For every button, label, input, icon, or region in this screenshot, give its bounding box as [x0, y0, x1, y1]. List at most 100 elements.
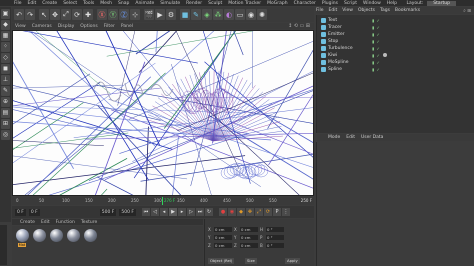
locked-workplane-icon[interactable]: ⊞	[1, 119, 10, 129]
coordinate-system-icon[interactable]: ⊹	[130, 9, 140, 20]
object-menu-bookmarks[interactable]: Bookmarks	[395, 8, 420, 13]
rotation-key-icon[interactable]: ⟳	[264, 208, 272, 216]
material-swatch[interactable]	[32, 229, 46, 263]
menu-simulate[interactable]: Simulate	[160, 1, 180, 6]
position-key-icon[interactable]: ✥	[246, 208, 254, 216]
viewport-nav-icons[interactable]: ↕ ⟲ ▭ ⊞	[288, 23, 310, 29]
cube-icon[interactable]: ■	[180, 9, 190, 20]
menu-tools[interactable]: Tools	[83, 1, 94, 6]
object-menu-view[interactable]: View	[342, 8, 353, 13]
object-name[interactable]: MoSpline	[328, 60, 372, 65]
render-to-pv-icon[interactable]: ▶	[155, 9, 165, 20]
menu-snap[interactable]: Snap	[118, 1, 129, 6]
viewport-menu-display[interactable]: Display	[58, 24, 75, 29]
material-menu-function[interactable]: Function	[56, 220, 75, 225]
layout-dropdown[interactable]: Startup	[427, 0, 456, 6]
menu-animate[interactable]: Animate	[135, 1, 154, 6]
coord-mode-dropdown[interactable]: Object (Rel)	[208, 258, 235, 264]
object-row[interactable]: Stop ▮ ✓	[321, 38, 474, 44]
render-settings-icon[interactable]: ⚙	[166, 9, 176, 20]
coord-value-field[interactable]: 0 cm	[240, 235, 258, 240]
viewport-menu-panel[interactable]: Panel	[121, 24, 133, 29]
prev-key-icon[interactable]: ◁	[151, 208, 159, 216]
undo-icon[interactable]: ↶	[14, 9, 24, 20]
end-frame-field[interactable]: 500 F	[99, 208, 117, 216]
object-name[interactable]: Kiwi	[328, 53, 372, 58]
object-row[interactable]: Spline ▮ ✓	[321, 66, 474, 72]
object-menu-objects[interactable]: Objects	[358, 8, 375, 13]
current-frame-field[interactable]: 0 F	[28, 208, 40, 216]
rotate-icon[interactable]: ⟳	[72, 9, 82, 20]
parameter-key-icon[interactable]: P	[273, 208, 281, 216]
material-swatch[interactable]	[66, 229, 80, 263]
object-visibility-flags[interactable]: ▮ ✓	[372, 53, 380, 58]
prev-frame-icon[interactable]: ◂	[160, 208, 168, 216]
object-row[interactable]: Turbulence ▮ ✓	[321, 45, 474, 51]
camera-icon[interactable]: ◉	[246, 9, 256, 20]
viewport-menu-view[interactable]: View	[15, 24, 26, 29]
viewport-menu-cameras[interactable]: Cameras	[32, 24, 52, 29]
coord-value-field[interactable]: 0 cm	[240, 243, 258, 248]
object-visibility-flags[interactable]: ▮ ✓	[372, 46, 380, 51]
light-icon[interactable]: ✺	[257, 9, 267, 20]
menu-help[interactable]: Help	[387, 1, 397, 6]
timeline-ruler[interactable]: 276 F 250 F 0 50 100 150 200 250 300 350 400 450 5…	[12, 197, 314, 205]
object-menu-tags[interactable]: Tags	[380, 8, 390, 13]
live-selection-icon[interactable]: ↖	[39, 9, 49, 20]
timeline-settings-icon[interactable]: ⋮	[282, 208, 290, 216]
viewport-perspective[interactable]	[12, 30, 314, 196]
model-mode-icon[interactable]: ◆	[1, 20, 10, 30]
material-swatch[interactable]	[83, 229, 97, 263]
menu-sculpt[interactable]: Sculpt	[208, 1, 222, 6]
attribute-menu-mode[interactable]: Mode	[328, 135, 340, 140]
go-to-start-icon[interactable]: ⏮	[142, 208, 150, 216]
menu-mesh[interactable]: Mesh	[100, 1, 112, 6]
menu-render[interactable]: Render	[186, 1, 202, 6]
polygons-mode-icon[interactable]: ◼	[1, 64, 10, 74]
menu-window[interactable]: Window	[363, 1, 381, 6]
material-menu-texture[interactable]: Texture	[81, 220, 97, 225]
object-name[interactable]: Stop	[328, 39, 372, 44]
object-name[interactable]: Text	[328, 18, 372, 23]
material-menu-edit[interactable]: Edit	[41, 220, 50, 225]
deformer-icon[interactable]: ◐	[224, 9, 234, 20]
coord-value-field[interactable]: 0 cm	[214, 227, 232, 232]
pen-icon[interactable]: ✎	[191, 9, 201, 20]
coord-value-field[interactable]: 0 cm	[214, 235, 232, 240]
loop-icon[interactable]: ↻	[205, 208, 213, 216]
object-visibility-flags[interactable]: ▮ ✓	[372, 67, 380, 72]
material-swatch[interactable]: Mat	[15, 229, 29, 263]
menu-script[interactable]: Script	[344, 1, 357, 6]
object-name[interactable]: Emitter	[328, 32, 372, 37]
menu-motion-tracker[interactable]: Motion Tracker	[228, 1, 261, 6]
coord-value-field[interactable]: 0 cm	[214, 243, 232, 248]
menu-edit[interactable]: Edit	[28, 1, 37, 6]
array-icon[interactable]: ⁂	[213, 9, 223, 20]
axis-mode-icon[interactable]: ⊥	[1, 75, 10, 85]
layout-selector[interactable]: Layout: Startup	[406, 0, 456, 6]
tweak-mode-icon[interactable]: ✎	[1, 86, 10, 96]
material-swatch[interactable]	[49, 229, 63, 263]
coord-value-field[interactable]: 0 cm	[240, 227, 258, 232]
object-name[interactable]: Tracer	[328, 25, 372, 30]
object-menu-edit[interactable]: Edit	[329, 8, 338, 13]
coord-value-field[interactable]: 0 °	[266, 227, 284, 232]
move-icon[interactable]: ✥	[50, 9, 60, 20]
solo-icon[interactable]: ◎	[1, 130, 10, 140]
next-frame-icon[interactable]: ▸	[178, 208, 186, 216]
viewport-menu-filter[interactable]: Filter	[104, 24, 115, 29]
coord-value-field[interactable]: 0 °	[266, 235, 284, 240]
redo-icon[interactable]: ↷	[25, 9, 35, 20]
coord-value-field[interactable]: 0 °	[266, 243, 284, 248]
last-tool-icon[interactable]: ✚	[83, 9, 93, 20]
menu-create[interactable]: Create	[42, 1, 57, 6]
scale-icon[interactable]: ⤢	[61, 9, 71, 20]
object-visibility-flags[interactable]: ▮ ✓	[372, 32, 380, 37]
object-visibility-flags[interactable]: ▮ ✓	[372, 39, 380, 44]
material-menu-create[interactable]: Create	[20, 220, 35, 225]
object-tag-icon[interactable]	[383, 53, 388, 57]
object-visibility-flags[interactable]: ▮ ✓	[372, 18, 380, 23]
object-row[interactable]: Tracer ▮ ✓	[321, 24, 474, 30]
menu-plugins[interactable]: Plugins	[322, 1, 338, 6]
y-axis-icon[interactable]: Ⓨ	[108, 9, 118, 20]
